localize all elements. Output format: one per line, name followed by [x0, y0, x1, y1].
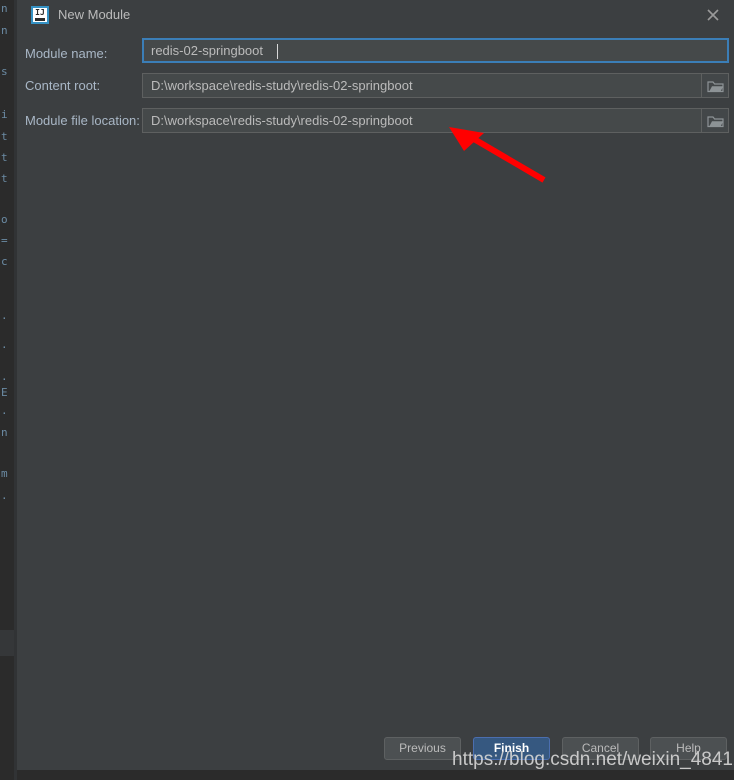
folder-icon[interactable] [701, 74, 728, 97]
annotation-arrow-icon [440, 118, 560, 188]
editor-char: t [1, 152, 8, 164]
editor-char: n [1, 25, 8, 37]
editor-char: o [1, 214, 8, 226]
module-name-label: Module name: [25, 46, 108, 61]
module-name-value: redis-02-springboot [151, 43, 264, 58]
editor-char: E [1, 387, 8, 399]
content-root-input[interactable]: D:\workspace\redis-study\redis-02-spring… [142, 73, 729, 98]
editor-char: c [1, 256, 8, 268]
editor-char: t [1, 173, 8, 185]
new-module-dialog: IJ New Module Module name: Content root:… [17, 0, 734, 770]
content-root-label: Content root: [25, 78, 101, 93]
editor-char: n [1, 427, 8, 439]
editor-char: i [1, 109, 8, 121]
editor-char: . [1, 371, 8, 383]
screen: n n s i t t t o = c . . . E . n m . IJ N… [0, 0, 734, 780]
folder-icon[interactable] [701, 109, 728, 132]
editor-char: . [1, 405, 8, 417]
editor-char: . [1, 310, 8, 322]
editor-char: . [1, 339, 8, 351]
csdn-watermark: https://blog.csdn.net/weixin_48412846 [452, 749, 734, 770]
editor-char: m [1, 468, 8, 480]
module-name-input[interactable]: redis-02-springboot [142, 38, 729, 63]
background-editor-strip: n n s i t t t o = c . . . E . n m . [0, 0, 14, 780]
module-file-location-input[interactable]: D:\workspace\redis-study\redis-02-spring… [142, 108, 729, 133]
previous-button[interactable]: Previous [384, 737, 461, 760]
editor-char: . [1, 490, 8, 502]
content-root-value: D:\workspace\redis-study\redis-02-spring… [151, 78, 413, 93]
module-file-location-value: D:\workspace\redis-study\redis-02-spring… [151, 113, 413, 128]
editor-char: t [1, 131, 8, 143]
editor-char: n [1, 3, 8, 15]
module-file-location-label: Module file location: [25, 113, 140, 128]
editor-char: s [1, 66, 8, 78]
editor-highlight-band [0, 630, 14, 656]
new-module-form: Module name: Content root: Module file l… [17, 0, 734, 150]
editor-char: = [1, 235, 8, 247]
text-caret [277, 44, 278, 59]
